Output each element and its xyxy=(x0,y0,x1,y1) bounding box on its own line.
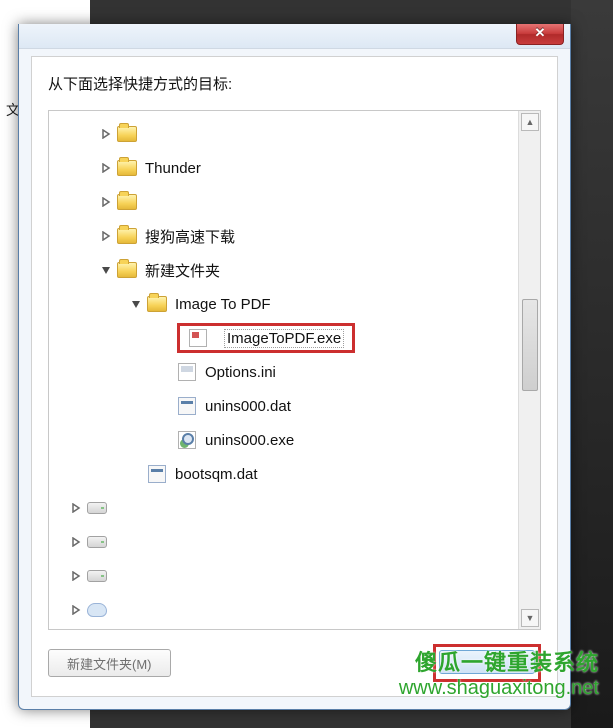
selected-item-highlight: ImageToPDF.exe xyxy=(177,323,355,353)
scrollbar[interactable]: ▲ ▼ xyxy=(518,111,540,629)
tree-item[interactable]: Thunder xyxy=(49,151,516,185)
dialog-body: 从下面选择快捷方式的目标: Thunder 搜狗高速下载新建文件夹 Image To… xyxy=(31,56,558,697)
tree-item[interactable]: 新建文件夹 xyxy=(49,253,516,287)
dialog-instruction-label: 从下面选择快捷方式的目标: xyxy=(48,73,541,94)
tree-scroll-area[interactable]: Thunder 搜狗高速下载新建文件夹 Image To PDF ImageToPDF… xyxy=(49,111,516,629)
tree-item[interactable]: Options.ini xyxy=(49,355,516,389)
expander-none xyxy=(159,399,173,413)
expander-right-icon[interactable] xyxy=(99,127,113,141)
dat-icon xyxy=(147,464,167,484)
expander-right-icon[interactable] xyxy=(99,195,113,209)
expander-none xyxy=(129,467,143,481)
folder-icon xyxy=(117,226,137,246)
tree-item[interactable]: unins000.exe xyxy=(49,423,516,457)
dialog-titlebar[interactable]: ✕ xyxy=(19,24,570,49)
tree-item-label: unins000.dat xyxy=(205,398,291,415)
expander-right-icon[interactable] xyxy=(69,535,83,549)
tree-item-label: Image To PDF xyxy=(175,296,271,313)
expander-right-icon[interactable] xyxy=(99,161,113,175)
expander-right-icon[interactable] xyxy=(69,501,83,515)
drive-icon xyxy=(87,566,107,586)
folder-tree[interactable]: Thunder 搜狗高速下载新建文件夹 Image To PDF ImageToPDF… xyxy=(48,110,541,630)
tree-item-label: 搜狗高速下载 xyxy=(145,226,235,247)
tree-item[interactable]: bootsqm.dat xyxy=(49,457,516,491)
tree-item[interactable]: ImageToPDF.exe xyxy=(49,321,516,355)
tree-item[interactable]: 搜狗高速下载 xyxy=(49,219,516,253)
expander-none xyxy=(159,331,173,345)
expander-right-icon[interactable] xyxy=(69,569,83,583)
tree-item-label: Options.ini xyxy=(205,364,276,381)
backdrop-right-strip xyxy=(571,0,613,728)
expander-right-icon[interactable] xyxy=(69,603,83,617)
close-button[interactable]: ✕ xyxy=(516,24,564,45)
close-icon: ✕ xyxy=(535,25,546,40)
ini-icon xyxy=(177,362,197,382)
cloud-icon xyxy=(87,600,107,620)
new-folder-button[interactable]: 新建文件夹(M) xyxy=(48,649,171,677)
drive-icon xyxy=(87,498,107,518)
folder-icon xyxy=(147,294,167,314)
ok-button-highlight xyxy=(433,644,541,682)
expander-none xyxy=(159,365,173,379)
folder-icon xyxy=(117,260,137,280)
expander-down-icon[interactable] xyxy=(99,263,113,277)
folder-icon xyxy=(117,158,137,178)
uexe-icon xyxy=(177,430,197,450)
tree-item-label: bootsqm.dat xyxy=(175,466,258,483)
dat-icon xyxy=(177,396,197,416)
tree-item-label: Thunder xyxy=(145,160,201,177)
expander-down-icon[interactable] xyxy=(129,297,143,311)
scrollbar-down-button[interactable]: ▼ xyxy=(521,609,539,627)
tree-item[interactable]: Image To PDF xyxy=(49,287,516,321)
folder-icon xyxy=(117,124,137,144)
ok-button[interactable] xyxy=(439,650,535,674)
scrollbar-up-button[interactable]: ▲ xyxy=(521,113,539,131)
expander-none xyxy=(159,433,173,447)
tree-item-label: unins000.exe xyxy=(205,432,294,449)
scrollbar-thumb[interactable] xyxy=(522,299,538,391)
tree-item-label: ImageToPDF.exe xyxy=(224,329,344,348)
drive-icon xyxy=(87,532,107,552)
exe-icon xyxy=(188,328,208,348)
tree-item[interactable] xyxy=(49,185,516,219)
tree-item[interactable] xyxy=(49,559,516,593)
expander-right-icon[interactable] xyxy=(99,229,113,243)
tree-item[interactable] xyxy=(49,593,516,627)
tree-item[interactable] xyxy=(49,491,516,525)
tree-item[interactable]: unins000.dat xyxy=(49,389,516,423)
tree-item[interactable] xyxy=(49,117,516,151)
tree-item[interactable] xyxy=(49,525,516,559)
dialog-footer: 新建文件夹(M) xyxy=(48,644,541,682)
folder-icon xyxy=(117,192,137,212)
browse-dialog: ✕ 从下面选择快捷方式的目标: Thunder 搜狗高速下载新建文件夹 Image … xyxy=(18,24,571,710)
tree-item-label: 新建文件夹 xyxy=(145,260,220,281)
